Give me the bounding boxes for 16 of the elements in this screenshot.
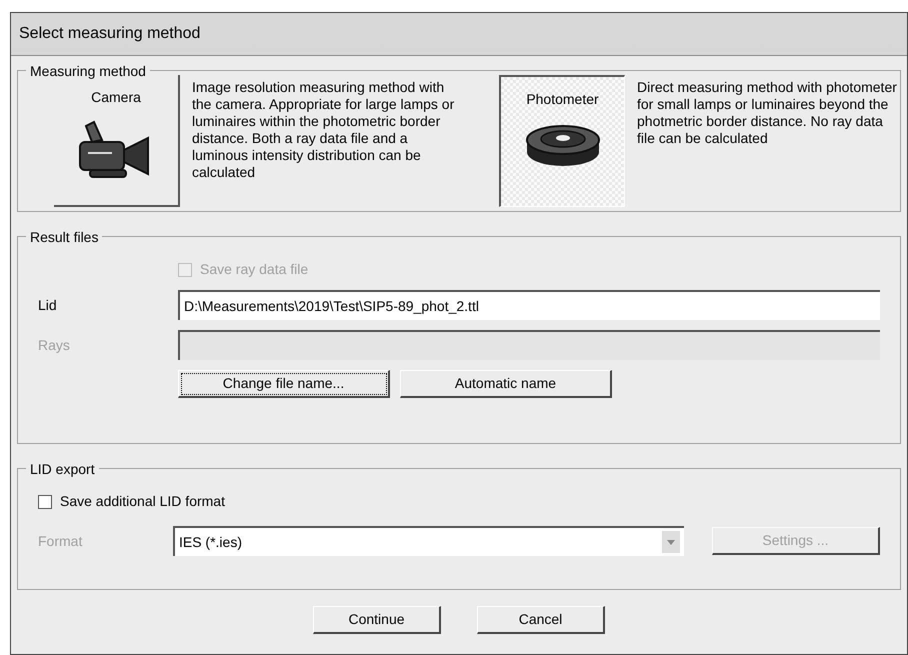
field-label: Format: [38, 532, 84, 550]
text-field[interactable]: D:\Measurements\2019\Test\SIP5-89_phot_2.ttl: [178, 290, 880, 320]
button[interactable]: Cancel: [477, 606, 605, 634]
dropdown-value: IES (*.ies): [178, 532, 243, 552]
window-title: Select measuring method: [19, 24, 200, 44]
button[interactable]: Automatic name: [400, 370, 612, 398]
method-description: Image resolution measuring method with the camera. Appropriate for large lamps or luminaires within the photometric border distance. Both a ray data file and a luminous intensity distribution can be calculated: [192, 78, 456, 181]
field-label: Lid: [38, 296, 58, 314]
method-description: Direct measuring method with photometer for small lamps or luminaires beyond the photmetric border distance. No ray data file can be calculated: [637, 78, 898, 147]
method-button[interactable]: Photometer: [499, 75, 625, 207]
button[interactable]: Change file name...: [178, 370, 390, 398]
checkbox[interactable]: [38, 494, 52, 508]
button[interactable]: Continue: [313, 606, 441, 634]
field-label: Rays: [38, 336, 71, 355]
checkbox-label: Save additional LID format: [60, 492, 225, 511]
checkbox-label: Save ray data file: [200, 260, 308, 279]
